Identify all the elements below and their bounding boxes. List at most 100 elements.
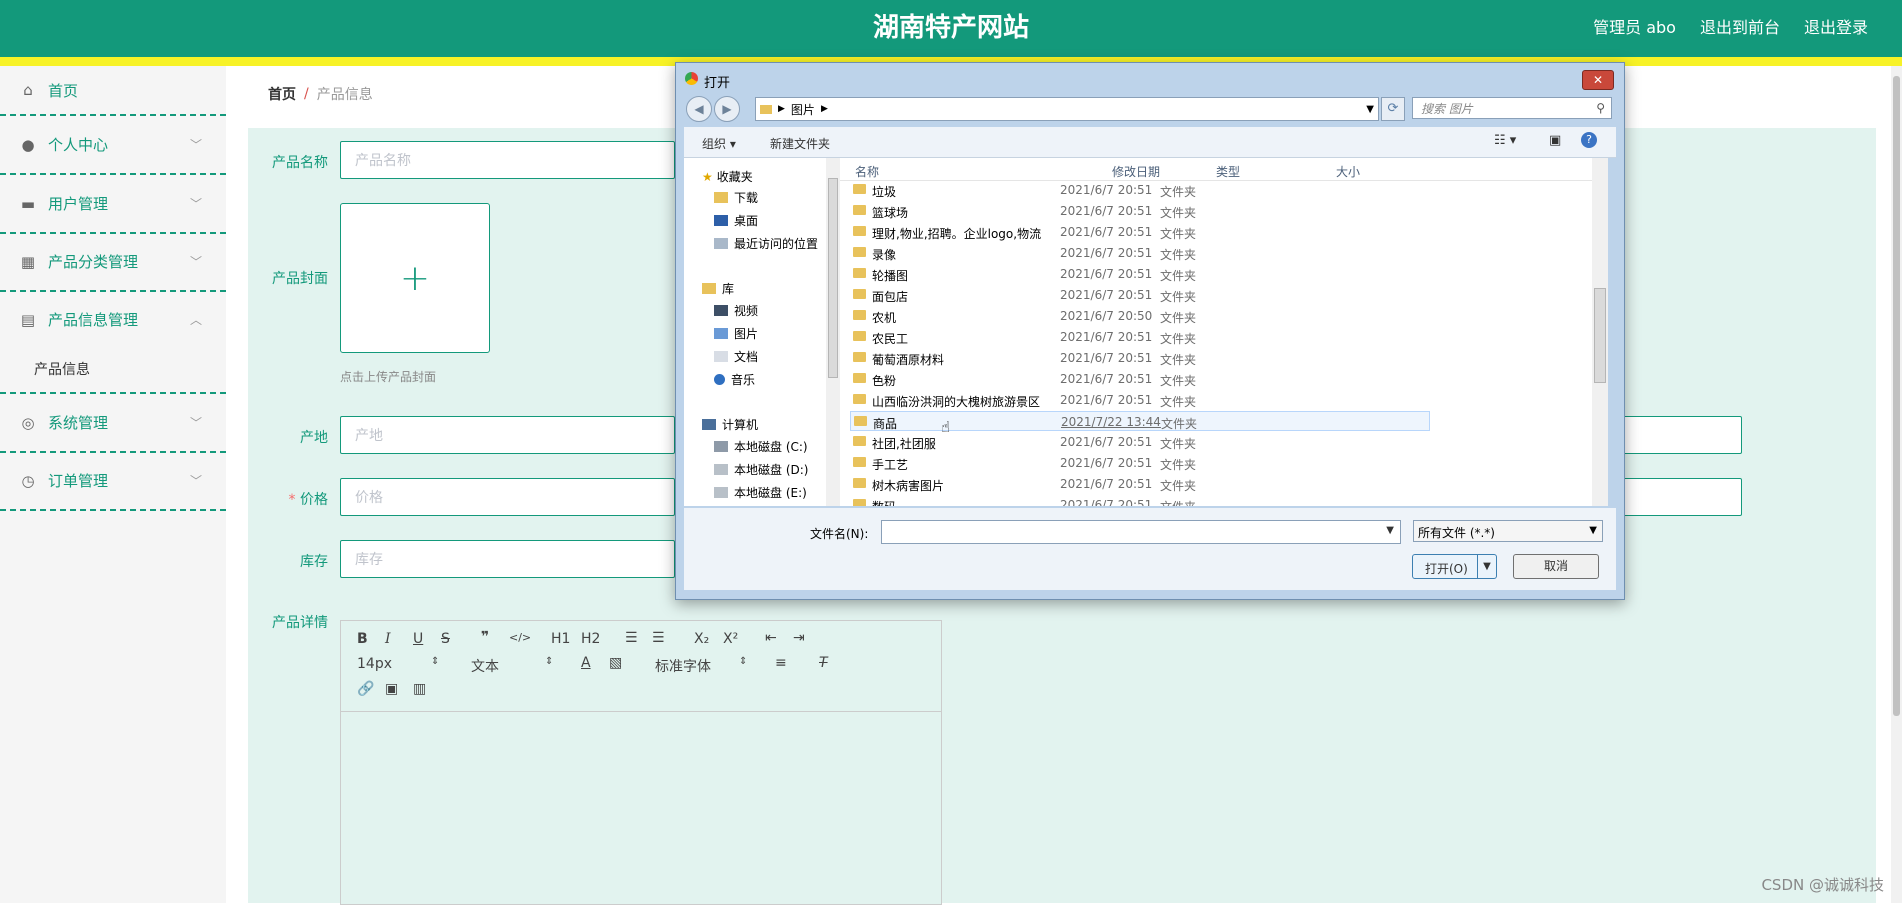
file-row[interactable]: 垃圾 2021/6/7 20:51 文件夹 (850, 180, 1430, 200)
background-color-icon[interactable]: ▧ (609, 655, 622, 671)
nav-videos[interactable]: 视频 (714, 302, 758, 319)
underline-button[interactable]: U (413, 631, 423, 647)
nav-favorites[interactable]: ★ 收藏夹 (702, 168, 753, 185)
bullet-list-icon[interactable]: ☰ (652, 630, 665, 646)
product-name-input[interactable]: 产品名称 (340, 141, 675, 179)
file-row[interactable]: 篮球场 2021/6/7 20:51 文件夹 (850, 201, 1430, 221)
column-name[interactable]: 名称 (855, 163, 879, 180)
open-button[interactable]: 打开(O) ▼ (1412, 554, 1497, 579)
file-list-scrollbar[interactable] (1592, 158, 1608, 506)
file-row[interactable]: 农民工 2021/6/7 20:51 文件夹 (850, 327, 1430, 347)
nav-desktop[interactable]: 桌面 (714, 212, 758, 229)
nav-downloads[interactable]: 下载 (714, 189, 758, 206)
sidebar-item-profile[interactable]: ● 个人中心 ﹀ (0, 116, 226, 175)
nav-computer[interactable]: 计算机 (702, 416, 758, 433)
scrollbar-thumb[interactable] (1594, 288, 1606, 383)
chevron-down-icon[interactable]: ▼ (1386, 525, 1394, 536)
nav-documents[interactable]: 文档 (714, 348, 758, 365)
clear-format-icon[interactable]: T (819, 655, 828, 671)
ordered-list-icon[interactable]: ☰ (625, 630, 638, 646)
filetype-select[interactable]: 所有文件 (*.*) ▼ (1413, 520, 1603, 542)
close-button[interactable]: ✕ (1582, 70, 1614, 90)
column-size[interactable]: 大小 (1336, 163, 1360, 180)
origin-input[interactable]: 产地 (340, 416, 675, 454)
code-icon[interactable]: </> (509, 631, 531, 644)
nav-pictures[interactable]: 图片 (714, 325, 758, 342)
subscript-button[interactable]: X₂ (694, 631, 709, 647)
search-input[interactable]: 搜索 图片 ⚲ (1412, 97, 1612, 119)
video-icon[interactable]: ▥ (413, 681, 426, 697)
file-row[interactable]: 树木病害图片 2021/6/7 20:51 文件夹 (850, 474, 1430, 494)
file-row[interactable]: 数码 2021/6/7 20:51 文件夹 (850, 495, 1430, 506)
font-size-select[interactable]: 14px (357, 656, 392, 672)
organize-button[interactable]: 组织 ▾ (702, 135, 736, 152)
superscript-button[interactable]: X² (723, 631, 738, 647)
sidebar-item-system[interactable]: ◎ 系统管理 ﹀ (0, 394, 226, 453)
italic-button[interactable]: I (385, 631, 391, 647)
strike-button[interactable]: S (441, 631, 450, 647)
column-date[interactable]: 修改日期 (1112, 163, 1160, 180)
link-icon[interactable]: 🔗 (357, 681, 374, 697)
h2-button[interactable]: H2 (581, 631, 600, 647)
align-icon[interactable]: ≡ (775, 655, 787, 671)
nav-recent[interactable]: 最近访问的位置 (714, 235, 818, 252)
origin-input-end[interactable] (1622, 416, 1742, 454)
cancel-button[interactable]: 取消 (1513, 554, 1599, 579)
editor-body[interactable] (341, 712, 941, 904)
price-input-end[interactable] (1622, 478, 1742, 516)
sidebar-item-product[interactable]: ▤ 产品信息管理 ︿ (0, 291, 226, 348)
back-button[interactable]: ◀ (686, 96, 712, 122)
price-input[interactable]: 价格 (340, 478, 675, 516)
scrollbar-thumb[interactable] (1893, 76, 1900, 716)
file-row[interactable]: 社团,社团服 2021/6/7 20:51 文件夹 (850, 432, 1430, 452)
nav-music[interactable]: 音乐 (714, 371, 755, 388)
cover-upload-button[interactable]: + (340, 203, 490, 353)
file-row[interactable]: 面包店 2021/6/7 20:51 文件夹 (850, 285, 1430, 305)
sidebar-item-orders[interactable]: ◷ 订单管理 ﹀ (0, 452, 226, 511)
file-row-selected[interactable]: 商品 2021/7/22 13:44 文件夹 ☝ (850, 411, 1430, 436)
chevron-down-icon[interactable]: ▼ (1366, 104, 1374, 115)
bold-button[interactable]: B (357, 631, 368, 647)
stock-input[interactable]: 库存 (340, 540, 675, 578)
sidebar-item-home[interactable]: ⌂ 首页 (0, 66, 226, 116)
file-row[interactable]: 葡萄酒原材料 2021/6/7 20:51 文件夹 (850, 348, 1430, 368)
nav-drive-c[interactable]: 本地磁盘 (C:) (714, 438, 808, 455)
file-row[interactable]: 理财,物业,招聘。企业logo,物流 2021/6/7 20:51 文件夹 (850, 222, 1430, 242)
file-row[interactable]: 录像 2021/6/7 20:51 文件夹 (850, 243, 1430, 263)
sidebar-item-users[interactable]: ▬ 用户管理 ﹀ (0, 175, 226, 234)
column-type[interactable]: 类型 (1216, 163, 1240, 180)
logout-link[interactable]: 退出登录 (1804, 14, 1868, 38)
open-dropdown-icon[interactable]: ▼ (1477, 555, 1496, 578)
h1-button[interactable]: H1 (551, 631, 570, 647)
page-scrollbar[interactable] (1891, 66, 1902, 903)
file-row[interactable]: 色粉 2021/6/7 20:51 文件夹 (850, 369, 1430, 389)
help-icon[interactable]: ? (1581, 132, 1597, 148)
outdent-icon[interactable]: ⇤ (765, 630, 777, 646)
sidebar-item-category[interactable]: ▦ 产品分类管理 ﹀ (0, 233, 226, 292)
go-front-link[interactable]: 退出到前台 (1700, 14, 1780, 38)
file-row[interactable]: 轮播图 2021/6/7 20:51 文件夹 (850, 264, 1430, 284)
sidebar-sub-item-product-info[interactable]: 产品信息 (34, 359, 90, 379)
new-folder-button[interactable]: 新建文件夹 (770, 135, 830, 152)
image-icon[interactable]: ▣ (385, 681, 398, 697)
scrollbar-thumb[interactable] (828, 178, 838, 378)
filename-input[interactable]: ▼ (881, 520, 1401, 544)
preview-pane-icon[interactable]: ▣ (1549, 133, 1561, 148)
nav-drive-e[interactable]: 本地磁盘 (E:) (714, 484, 807, 501)
indent-icon[interactable]: ⇥ (793, 630, 805, 646)
font-family-select[interactable]: 标准字体 (655, 656, 711, 676)
forward-button[interactable]: ▶ (714, 96, 740, 122)
file-row[interactable]: 手工艺 2021/6/7 20:51 文件夹 (850, 453, 1430, 473)
breadcrumb-home[interactable]: 首页 (268, 84, 296, 104)
file-row[interactable]: 山西临汾洪洞的大槐树旅游景区 2021/6/7 20:51 文件夹 (850, 390, 1430, 410)
address-segment[interactable]: 图片 (791, 101, 815, 118)
address-bar[interactable]: ▶ 图片 ▶ ▼ (755, 97, 1379, 121)
quote-icon[interactable]: ❞ (481, 629, 489, 645)
nav-drive-d[interactable]: 本地磁盘 (D:) (714, 461, 808, 478)
refresh-button[interactable]: ⟳ (1381, 97, 1405, 121)
nav-scrollbar[interactable] (826, 158, 840, 506)
view-options-icon[interactable]: ☷ ▾ (1494, 133, 1516, 148)
file-row[interactable]: 农机 2021/6/7 20:50 文件夹 (850, 306, 1430, 326)
nav-libraries[interactable]: 库 (702, 280, 734, 297)
block-format-select[interactable]: 文本 (471, 656, 499, 676)
